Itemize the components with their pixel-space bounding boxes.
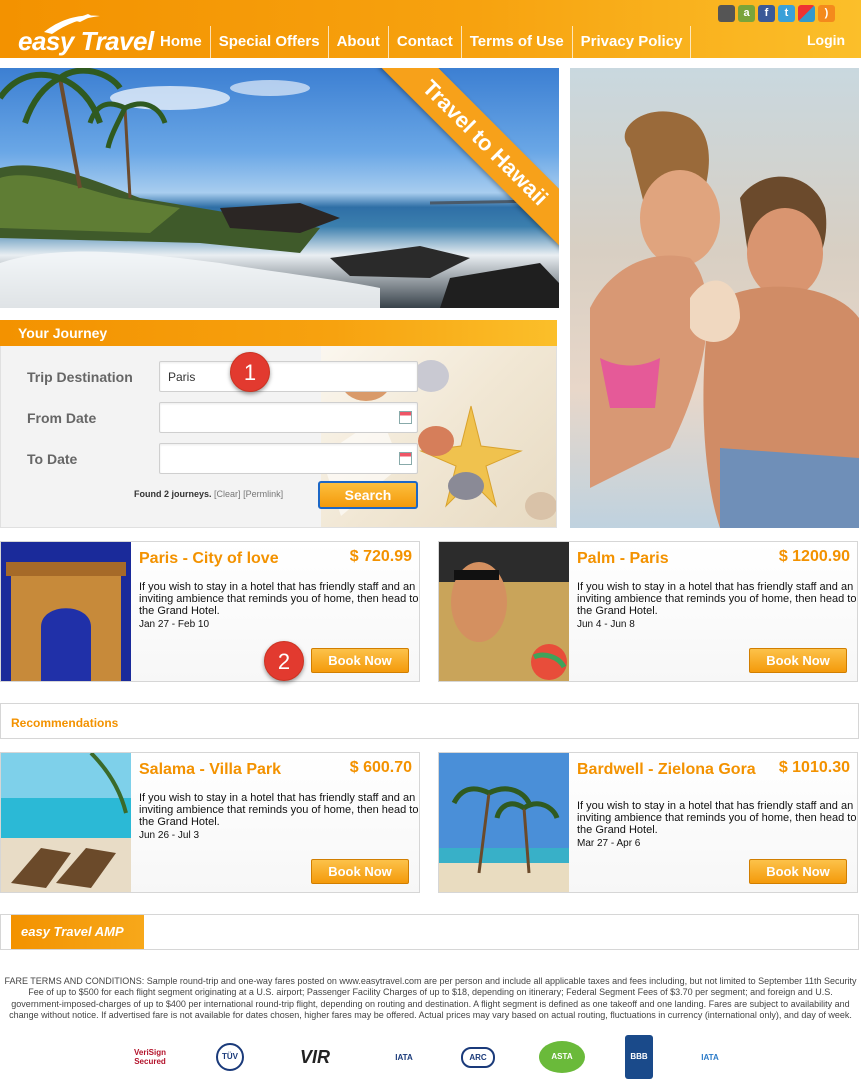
offer-description: If you wish to stay in a hotel that has … — [139, 581, 419, 617]
permlink-link[interactable]: [Permlink] — [243, 489, 283, 499]
arc-de-triomphe-image[interactable] — [1, 542, 131, 681]
couple-beach-image[interactable] — [570, 68, 859, 528]
facebook-icon[interactable]: f — [758, 5, 775, 22]
couple-with-shell-illustration — [590, 111, 859, 528]
recommendations-title: Recommendations — [11, 716, 119, 730]
recommendation-description: If you wish to stay in a hotel that has … — [139, 792, 419, 828]
book-now-button[interactable]: Book Now — [749, 648, 847, 673]
offer-price: $ 1200.90 — [778, 548, 850, 565]
clear-link[interactable]: [Clear] — [214, 489, 241, 499]
recommendation-card-bardwell: Bardwell - Zielona Gora $ 1010.30 If you… — [438, 752, 858, 893]
offer-price: $ 720.99 — [349, 548, 412, 565]
book-now-button[interactable]: Book Now — [311, 648, 409, 673]
recommendation-title[interactable]: Salama - Villa Park — [139, 761, 339, 779]
offer-card-palm-paris: Palm - Paris $ 1200.90 If you wish to st… — [438, 541, 858, 682]
volleyball-image[interactable] — [439, 542, 569, 681]
recommendation-card-salama: Salama - Villa Park $ 600.70 If you wish… — [0, 752, 420, 893]
offer-title[interactable]: Palm - Paris — [577, 550, 777, 568]
offer-description: If you wish to stay in a hotel that has … — [577, 581, 857, 617]
journey-header: Your Journey — [0, 320, 557, 346]
trip-destination-input[interactable]: Paris — [159, 361, 418, 392]
calendar-icon[interactable] — [399, 411, 412, 424]
to-date-input[interactable] — [159, 443, 418, 474]
book-now-button[interactable]: Book Now — [749, 859, 847, 884]
recommendation-dates: Jun 26 - Jul 3 — [139, 830, 200, 841]
beach-loungers-image[interactable] — [1, 753, 131, 892]
vir-logo[interactable]: VIR — [276, 1034, 354, 1080]
book-now-button[interactable]: Book Now — [311, 859, 409, 884]
calendar-icon[interactable] — [399, 452, 412, 465]
delicious-icon[interactable] — [798, 5, 815, 22]
recommendation-description: If you wish to stay in a hotel that has … — [577, 800, 857, 836]
bbb-logo[interactable]: BBB — [623, 1034, 655, 1080]
site-header: easy Travel Home Special Offers About Co… — [0, 0, 861, 58]
iata-logo[interactable]: IATA — [385, 1034, 423, 1080]
offer-title[interactable]: Paris - City of love — [139, 550, 339, 568]
trip-destination-label: Trip Destination — [27, 369, 133, 385]
arc-logo[interactable]: ARC — [448, 1034, 508, 1080]
recommendation-title[interactable]: Bardwell - Zielona Gora — [577, 761, 777, 779]
easy-travel-amp-logo[interactable]: easy Travel AMP — [11, 915, 144, 949]
offer-dates: Jan 27 - Feb 10 — [139, 619, 210, 630]
logo-text: easy Travel — [18, 26, 154, 56]
nav-home[interactable]: Home — [152, 26, 211, 58]
search-button[interactable]: Search — [318, 481, 418, 509]
tuv-logo[interactable]: TÜV — [213, 1034, 247, 1080]
palm-beach-image[interactable] — [439, 753, 569, 892]
rss-icon[interactable]: ) — [818, 5, 835, 22]
step-badge-2: 2 — [264, 641, 304, 681]
recommendation-price: $ 600.70 — [349, 759, 412, 776]
step-badge-1: 1 — [230, 352, 270, 392]
nav-contact[interactable]: Contact — [389, 26, 462, 58]
nav-special-offers[interactable]: Special Offers — [211, 26, 329, 58]
asta-logo[interactable]: ASTA — [537, 1034, 587, 1080]
trip-destination-value: Paris — [168, 370, 196, 384]
offer-dates: Jun 4 - Jun 8 — [577, 619, 635, 630]
nav-privacy-policy[interactable]: Privacy Policy — [573, 26, 692, 58]
main-nav: Home Special Offers About Contact Terms … — [152, 26, 692, 58]
found-count-text: Found 2 journeys. — [134, 489, 212, 499]
recommendation-price: $ 1010.30 — [778, 759, 850, 776]
to-date-label: To Date — [27, 451, 78, 467]
offer-card-paris: Paris - City of love $ 720.99 If you wis… — [0, 541, 420, 682]
from-date-input[interactable] — [159, 402, 418, 433]
android-icon[interactable]: a — [738, 5, 755, 22]
fare-terms-text: FARE TERMS AND CONDITIONS: Sample round-… — [4, 976, 857, 1020]
nav-about[interactable]: About — [329, 26, 389, 58]
amp-banner: easy Travel AMP — [0, 914, 859, 950]
social-icons: a f t ) — [718, 5, 835, 22]
nav-terms-of-use[interactable]: Terms of Use — [462, 26, 573, 58]
login-link[interactable]: Login — [807, 32, 845, 48]
journey-title: Your Journey — [18, 325, 108, 341]
easy-travel-logo[interactable]: easy Travel — [18, 12, 154, 56]
travel-to-hawaii-ribbon[interactable]: Travel to Hawaii — [378, 68, 559, 250]
recommendations-header: Recommendations — [0, 703, 859, 739]
twitter-icon[interactable]: t — [778, 5, 795, 22]
verisign-secured-logo[interactable]: VeriSign Secured — [118, 1034, 182, 1080]
from-date-label: From Date — [27, 410, 97, 426]
iata-logo-2[interactable]: IATA — [688, 1034, 732, 1080]
apple-icon[interactable] — [718, 5, 735, 22]
hawaii-hero-image[interactable]: Travel to Hawaii — [0, 68, 559, 308]
recommendation-dates: Mar 27 - Apr 6 — [577, 838, 641, 849]
search-results-status: Found 2 journeys. [Clear] [Permlink] — [134, 489, 283, 499]
